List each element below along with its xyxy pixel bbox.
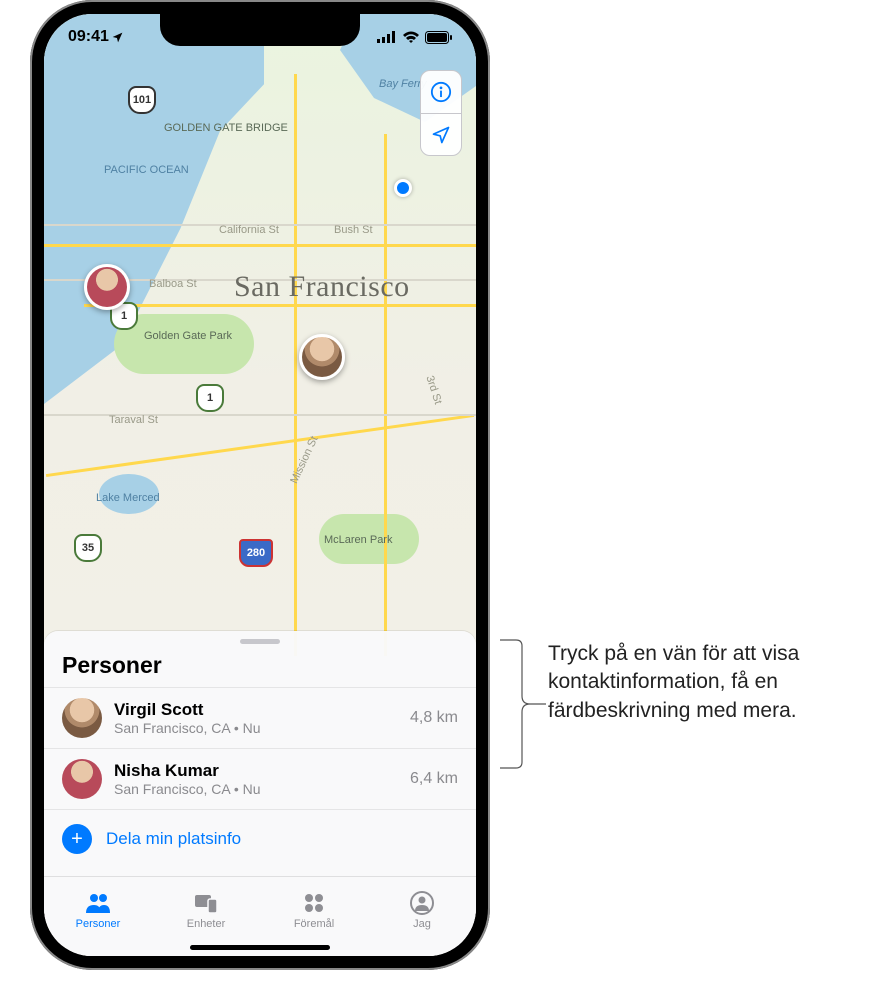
sheet-grabber[interactable] [240,639,280,644]
map-shield-i280: 280 [239,539,273,567]
map-city-label: San Francisco [234,270,410,304]
person-distance: 6,4 km [410,770,458,788]
map-label-merced: Lake Merced [96,492,160,504]
devices-icon [192,890,220,916]
location-arrow-icon [431,125,451,145]
map-shield-ca35: 35 [74,534,102,562]
person-subtitle: San Francisco, CA • Nu [114,781,398,797]
person-subtitle: San Francisco, CA • Nu [114,720,398,736]
tab-devices[interactable]: Enheter [152,877,260,942]
map-label-ggb: GOLDEN GATE BRIDGE [164,122,288,134]
phone-frame: 09:41 [30,0,490,970]
map-road [294,74,297,656]
tab-label: Personer [76,918,121,930]
avatar [87,267,127,307]
map-shield-101: 101 [128,86,156,114]
tab-me[interactable]: Jag [368,877,476,942]
home-indicator[interactable] [190,945,330,950]
current-location-dot [394,179,412,197]
bottom-sheet[interactable]: Personer Virgil Scott San Francisco, CA … [44,631,476,876]
callout-text: Tryck på en vän för att visa kontaktinfo… [548,640,868,725]
map-label-taraval: Taraval St [109,414,158,426]
person-name: Nisha Kumar [114,761,398,781]
map-label-ocean: PACIFIC OCEAN [104,164,189,176]
map-info-button[interactable] [421,71,461,113]
map-label-bush: Bush St [334,224,373,236]
map-road [384,134,387,656]
tab-label: Enheter [187,918,226,930]
map-controls [420,70,462,156]
share-location-button[interactable]: + Dela min platsinfo [44,810,476,876]
tab-people[interactable]: Personer [44,877,152,942]
map-label-california: California St [219,224,279,236]
wifi-icon [402,31,420,43]
cellular-icon [377,31,397,43]
avatar [302,337,342,377]
info-icon [430,81,452,103]
map-person-pin[interactable] [299,334,345,380]
location-arrow-icon [111,31,124,44]
share-label: Dela min platsinfo [106,829,241,849]
map-road [44,244,476,247]
map-label-ggp: Golden Gate Park [144,330,232,342]
person-name: Virgil Scott [114,700,398,720]
map-road [84,304,476,307]
notch [160,14,360,46]
status-time: 09:41 [68,28,109,46]
map-label-third: 3rd St [423,374,443,406]
people-list: Virgil Scott San Francisco, CA • Nu 4,8 … [44,687,476,810]
map-label-mclaren: McLaren Park [324,534,392,546]
person-row[interactable]: Virgil Scott San Francisco, CA • Nu 4,8 … [44,687,476,748]
avatar [62,759,102,799]
callout-bracket [500,634,546,774]
map-locate-button[interactable] [421,113,461,155]
screen: 09:41 [44,14,476,956]
map-person-pin[interactable] [84,264,130,310]
person-row[interactable]: Nisha Kumar San Francisco, CA • Nu 6,4 k… [44,748,476,810]
plus-icon: + [62,824,92,854]
sheet-title: Personer [44,652,476,687]
battery-icon [425,31,452,44]
map-shield-ca1: 1 [196,384,224,412]
tab-label: Föremål [294,918,334,930]
tab-bar: Personer Enheter Föremål Jag [44,876,476,956]
person-icon [408,890,436,916]
person-distance: 4,8 km [410,709,458,727]
tab-items[interactable]: Föremål [260,877,368,942]
avatar [62,698,102,738]
map-label-balboa: Balboa St [149,278,197,290]
people-icon [84,890,112,916]
items-icon [300,890,328,916]
tab-label: Jag [413,918,431,930]
